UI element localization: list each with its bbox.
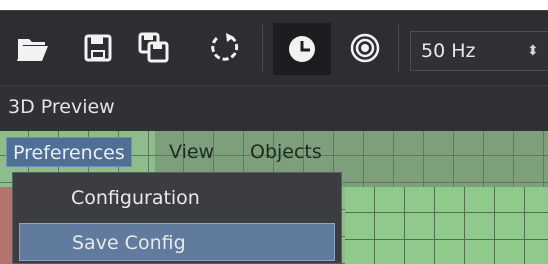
target-icon <box>349 32 381 64</box>
menu-view[interactable]: View <box>163 137 220 167</box>
toolbar: 50 Hz ⬍ <box>0 10 548 86</box>
red-object <box>0 187 12 264</box>
frequency-value: 50 Hz <box>421 40 476 62</box>
menu-objects-label: Objects <box>250 141 322 163</box>
target-button[interactable] <box>340 23 390 73</box>
menu-item-save-config-label: Save Config <box>72 232 186 254</box>
save-all-icon <box>137 32 171 64</box>
frequency-select[interactable]: 50 Hz ⬍ <box>410 31 548 71</box>
open-folder-icon <box>16 33 50 63</box>
menu-objects[interactable]: Objects <box>244 137 328 167</box>
save-icon <box>83 33 113 63</box>
menu-item-configuration[interactable]: Configuration <box>19 179 335 217</box>
toolbar-separator <box>398 25 399 71</box>
menu-view-label: View <box>169 141 215 163</box>
timing-toggle-button[interactable] <box>273 23 331 75</box>
green-object <box>345 187 548 264</box>
preferences-dropdown: Configuration Save Config <box>12 172 342 264</box>
open-folder-button[interactable] <box>8 23 58 73</box>
menu-preferences-label: Preferences <box>13 142 125 164</box>
panel-title: 3D Preview <box>8 96 115 118</box>
menubar: Preferences View Objects <box>0 131 548 171</box>
reset-rotate-icon <box>208 31 242 65</box>
save-all-button[interactable] <box>129 23 179 73</box>
app-frame: 50 Hz ⬍ 3D Preview Preferences View Obje… <box>0 0 548 264</box>
menu-item-save-config[interactable]: Save Config <box>19 223 335 261</box>
menu-item-configuration-label: Configuration <box>71 187 200 209</box>
panel-header: 3D Preview <box>0 85 548 132</box>
reset-view-button[interactable] <box>200 23 250 73</box>
clock-icon <box>287 34 317 64</box>
menu-preferences[interactable]: Preferences <box>6 137 132 167</box>
spinner-arrows-icon: ⬍ <box>527 43 539 59</box>
toolbar-separator <box>262 25 263 71</box>
save-button[interactable] <box>73 23 123 73</box>
